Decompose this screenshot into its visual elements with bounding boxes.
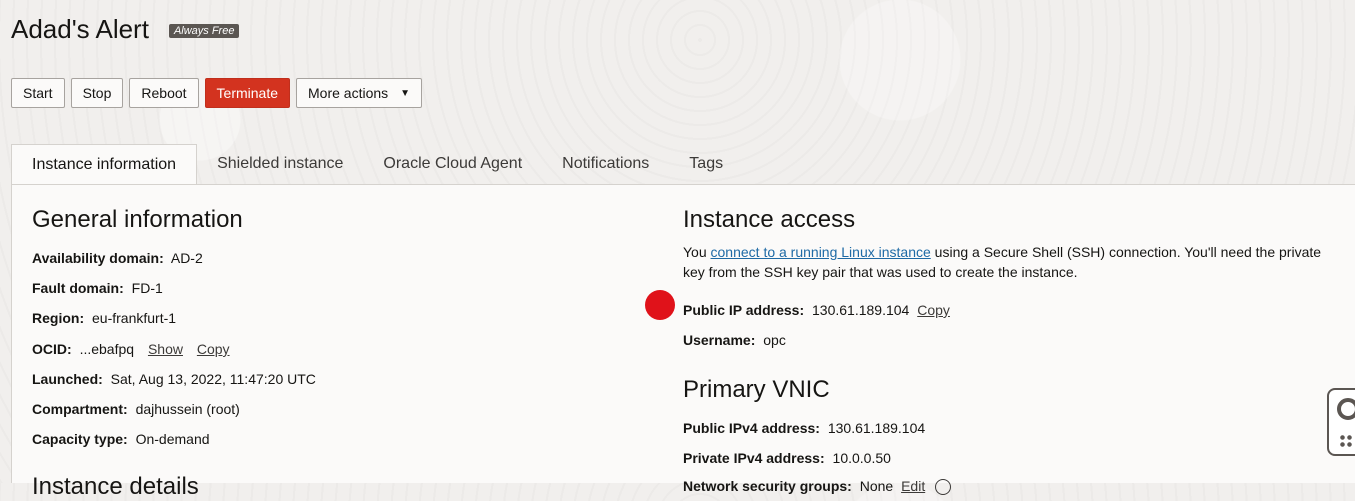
compartment-label: Compartment: bbox=[32, 401, 128, 417]
primary-vnic-title: Primary VNIC bbox=[683, 376, 830, 403]
launched-value: Sat, Aug 13, 2022, 11:47:20 UTC bbox=[110, 371, 316, 387]
region-row: Region: eu-frankfurt-1 bbox=[32, 310, 176, 326]
private-ipv4-label: Private IPv4 address: bbox=[683, 450, 825, 466]
public-ipv4-label: Public IPv4 address: bbox=[683, 420, 820, 436]
ocid-label: OCID: bbox=[32, 341, 72, 357]
ocid-copy-link[interactable]: Copy bbox=[197, 341, 230, 357]
lifebuoy-icon bbox=[1337, 398, 1355, 420]
terminate-button[interactable]: Terminate bbox=[204, 78, 291, 108]
region-label: Region: bbox=[32, 310, 85, 326]
nsg-label: Network security groups: bbox=[683, 478, 852, 494]
private-ipv4-row: Private IPv4 address: 10.0.0.50 bbox=[683, 450, 891, 466]
instance-access-title: Instance access bbox=[683, 206, 856, 233]
availability-domain-row: Availability domain: AD-2 bbox=[32, 250, 203, 266]
reboot-button[interactable]: Reboot bbox=[129, 78, 199, 108]
title-row: Adad's Alert Always Free bbox=[11, 14, 240, 45]
capacity-type-row: Capacity type: On-demand bbox=[32, 431, 210, 447]
more-actions-label: More actions bbox=[308, 85, 389, 101]
username-label: Username: bbox=[683, 332, 756, 348]
instance-details-title: Instance details bbox=[32, 473, 199, 500]
info-icon[interactable] bbox=[935, 479, 952, 496]
tab-tags[interactable]: Tags bbox=[669, 144, 743, 184]
tab-shielded-instance[interactable]: Shielded instance bbox=[197, 144, 363, 184]
general-info-title: General information bbox=[32, 206, 243, 233]
tab-notifications[interactable]: Notifications bbox=[542, 144, 669, 184]
more-actions-button[interactable]: More actions ▼ bbox=[296, 78, 423, 108]
tab-oracle-cloud-agent[interactable]: Oracle Cloud Agent bbox=[363, 144, 542, 184]
launched-row: Launched: Sat, Aug 13, 2022, 11:47:20 UT… bbox=[32, 371, 316, 387]
public-ip-label: Public IP address: bbox=[683, 302, 805, 318]
tab-bar: Instance information Shielded instance O… bbox=[11, 144, 1355, 185]
help-widget[interactable] bbox=[1327, 388, 1355, 456]
always-free-badge: Always Free bbox=[168, 23, 240, 38]
private-ipv4-value: 10.0.0.50 bbox=[832, 450, 891, 466]
page-title: Adad's Alert bbox=[11, 14, 149, 44]
compartment-value: dajhussein (root) bbox=[135, 401, 240, 417]
nsg-value: None bbox=[859, 478, 894, 494]
instance-access-description: You connect to a running Linux instance … bbox=[683, 242, 1323, 282]
username-row: Username: opc bbox=[683, 332, 786, 348]
marker-dot bbox=[645, 290, 675, 320]
capacity-type-label: Capacity type: bbox=[32, 431, 128, 447]
public-ip-copy-link[interactable]: Copy bbox=[917, 302, 950, 318]
intro-before: You bbox=[683, 244, 711, 260]
region-value: eu-frankfurt-1 bbox=[92, 310, 177, 326]
instance-info-panel: General information Availability domain:… bbox=[11, 184, 1355, 500]
ocid-show-link[interactable]: Show bbox=[148, 341, 183, 357]
public-ip-value: 130.61.189.104 bbox=[812, 302, 910, 318]
launched-label: Launched: bbox=[32, 371, 103, 387]
ocid-value: ...ebafpq bbox=[79, 341, 135, 357]
fault-domain-label: Fault domain: bbox=[32, 280, 124, 296]
compartment-row: Compartment: dajhussein (root) bbox=[32, 401, 240, 417]
ocid-row: OCID: ...ebafpq Show Copy bbox=[32, 341, 230, 357]
nsg-row: Network security groups: None Edit bbox=[683, 478, 952, 496]
connect-linux-link[interactable]: connect to a running Linux instance bbox=[711, 244, 931, 260]
start-button[interactable]: Start bbox=[11, 78, 65, 108]
availability-domain-value: AD-2 bbox=[170, 250, 203, 266]
capacity-type-value: On-demand bbox=[135, 431, 210, 447]
tab-instance-information[interactable]: Instance information bbox=[11, 144, 198, 185]
action-toolbar: Start Stop Reboot Terminate More actions… bbox=[11, 78, 423, 108]
public-ipv4-row: Public IPv4 address: 130.61.189.104 bbox=[683, 420, 925, 436]
fault-domain-row: Fault domain: FD-1 bbox=[32, 280, 163, 296]
drag-grip-icon[interactable] bbox=[1339, 434, 1353, 448]
availability-domain-label: Availability domain: bbox=[32, 250, 164, 266]
public-ip-row: Public IP address: 130.61.189.104 Copy bbox=[683, 302, 950, 318]
stop-button[interactable]: Stop bbox=[70, 78, 124, 108]
public-ipv4-value: 130.61.189.104 bbox=[827, 420, 926, 436]
username-value: opc bbox=[763, 332, 786, 348]
fault-domain-value: FD-1 bbox=[131, 280, 163, 296]
caret-down-icon: ▼ bbox=[400, 87, 411, 99]
nsg-edit-link[interactable]: Edit bbox=[901, 478, 925, 494]
